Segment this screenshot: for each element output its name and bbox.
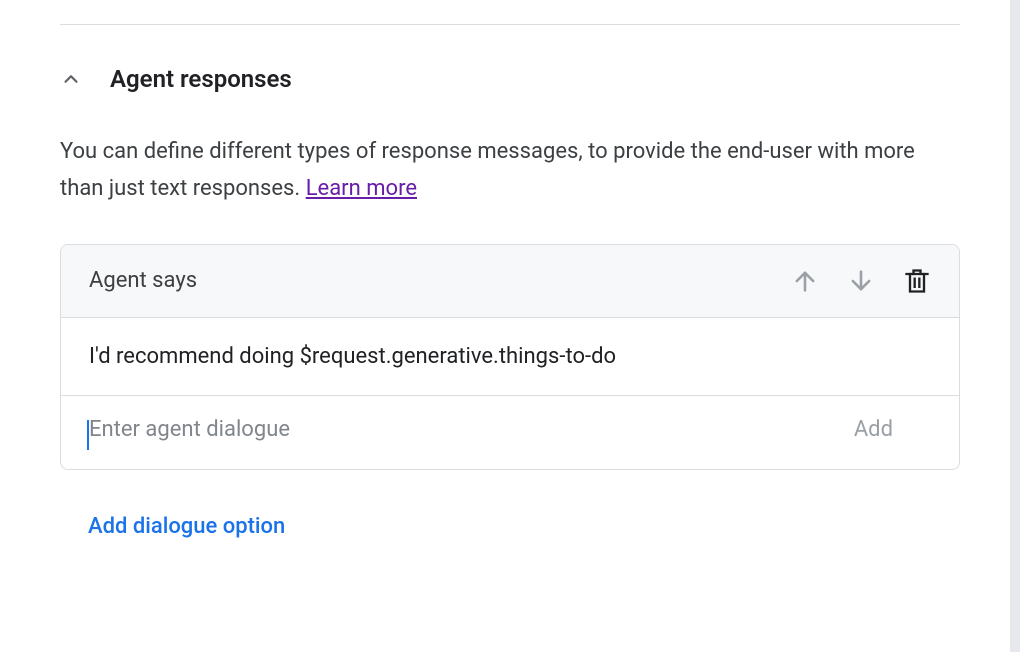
arrow-up-icon[interactable] — [791, 267, 819, 295]
divider — [60, 24, 960, 25]
add-button[interactable]: Add — [854, 417, 931, 442]
learn-more-link[interactable]: Learn more — [306, 176, 417, 201]
section-description: You can define different types of respon… — [60, 133, 960, 208]
text-caret — [87, 420, 89, 450]
card-title: Agent says — [89, 268, 197, 293]
add-dialogue-option-button[interactable]: Add dialogue option — [88, 514, 960, 539]
agent-says-card: Agent says — [60, 244, 960, 470]
agent-response-row[interactable]: I'd recommend doing $request.generative.… — [61, 318, 959, 396]
description-text: You can define different types of respon… — [60, 139, 915, 201]
trash-icon[interactable] — [903, 267, 931, 295]
section-title: Agent responses — [110, 65, 292, 93]
chevron-up-icon[interactable] — [60, 68, 82, 90]
dialogue-input[interactable] — [89, 416, 854, 443]
dialogue-input-row[interactable]: Add — [61, 396, 959, 469]
arrow-down-icon[interactable] — [847, 267, 875, 295]
vertical-scrollbar[interactable] — [1010, 0, 1020, 652]
